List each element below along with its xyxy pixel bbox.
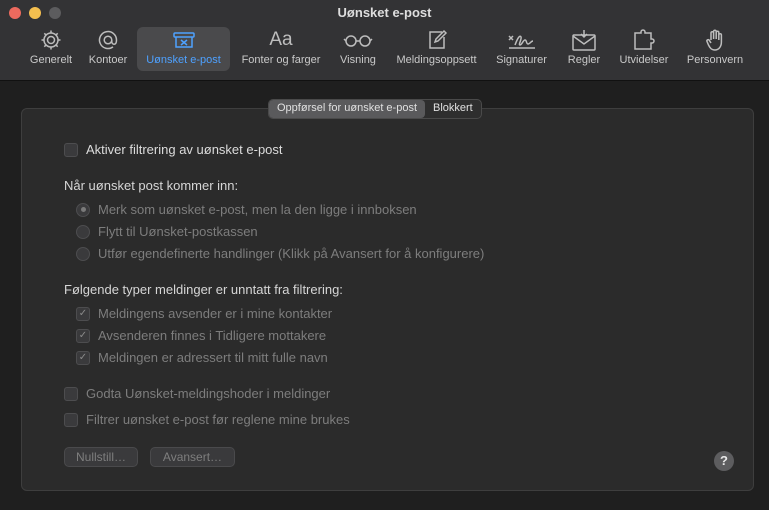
help-button[interactable]: ? [714,451,734,471]
trust-headers-checkbox[interactable] [64,386,78,401]
reset-button[interactable]: Nullstill… [64,447,138,467]
window-title: Uønsket e-post [337,5,432,20]
junk-tray-icon [171,28,197,52]
radio-move-junk-label: Flytt til Uønsket-postkassen [98,224,258,239]
radio-custom-actions[interactable]: Utfør egendefinerte handlinger (Klikk på… [76,246,484,261]
toolbar-label: Meldingsoppsett [396,54,477,66]
enable-filtering-checkbox[interactable] [64,142,78,157]
radio-selected-dot [80,207,86,212]
font-icon: Aa [269,29,293,50]
toolbar-item-generelt[interactable]: Generelt [23,27,79,71]
exempt-fullname-option[interactable]: ✓ Meldingen er adressert til mitt fulle … [76,350,328,365]
tab-control: Oppførsel for uønsket e-post Blokkert [268,99,482,119]
tab-blocked[interactable]: Blokkert [425,100,481,118]
exempt-contacts-label: Meldingens avsender er i mine kontakter [98,306,333,321]
toolbar-item-kontoer[interactable]: Kontoer [83,27,133,71]
filter-before-rules-label: Filtrer uønsket e-post før reglene mine … [86,412,350,427]
exempt-previous-label: Avsenderen finnes i Tidligere mottakere [98,328,327,343]
toolbar-item-signaturer[interactable]: Signaturer [490,27,553,71]
toolbar-item-personvern[interactable]: Personvern [683,27,747,71]
exempt-heading: Følgende typer meldinger er unntatt fra … [64,282,343,297]
when-arrives-heading: Når uønsket post kommer inn: [64,178,238,193]
toolbar-label: Utvidelser [619,54,669,66]
compose-icon [425,28,449,52]
toolbar-label: Generelt [29,54,73,66]
settings-panel [21,108,754,491]
signature-icon [506,28,538,52]
exempt-fullname-checkbox[interactable]: ✓ [76,350,90,365]
exempt-previous-checkbox[interactable]: ✓ [76,328,90,343]
advanced-button[interactable]: Avansert… [150,447,235,467]
radio-custom-actions-label: Utfør egendefinerte handlinger (Klikk på… [98,246,485,261]
radio-move-junk-button[interactable] [76,224,90,239]
at-sign-icon [96,28,120,52]
toolbar-item-utvidelser[interactable]: Utvidelser [614,27,674,71]
toolbar-item-regler[interactable]: Regler [562,27,606,71]
radio-mark-junk[interactable]: Merk som uønsket e-post, men la den ligg… [76,202,417,217]
exempt-contacts-checkbox[interactable]: ✓ [76,306,90,321]
enable-filtering-option[interactable]: Aktiver filtrering av uønsket e-post [64,142,283,157]
toolbar: Uønsket e-post Generelt Kontoer Uønsket … [0,0,769,81]
toolbar-label: Signaturer [496,54,547,66]
tab-behavior[interactable]: Oppførsel for uønsket e-post [269,100,425,118]
filter-before-rules-option[interactable]: Filtrer uønsket e-post før reglene mine … [64,412,350,427]
exempt-heading-text: Følgende typer meldinger er unntatt fra … [64,282,343,297]
puzzle-icon [631,28,657,52]
radio-mark-junk-button[interactable] [76,202,90,217]
toolbar-item-fonter-og-farger[interactable]: Aa Fonter og farger [235,27,327,71]
glasses-icon [342,28,374,52]
toolbar-label: Regler [567,54,601,66]
toolbar-label: Uønsket e-post [146,54,221,66]
toolbar-item-uonsket-epost[interactable]: Uønsket e-post [137,27,230,71]
toolbar-label: Visning [340,54,376,66]
when-arrives-heading-text: Når uønsket post kommer inn: [64,178,239,193]
radio-move-junk[interactable]: Flytt til Uønsket-postkassen [76,224,258,239]
exempt-previous-option[interactable]: ✓ Avsenderen finnes i Tidligere mottaker… [76,328,326,343]
toolbar-item-visning[interactable]: Visning [335,27,381,71]
envelope-rules-icon [570,28,598,52]
trust-headers-option[interactable]: Godta Uønsket-meldingshoder i meldinger [64,386,330,401]
filter-before-rules-checkbox[interactable] [64,412,78,427]
enable-filtering-label: Aktiver filtrering av uønsket e-post [86,142,283,157]
hand-icon [703,28,727,52]
toolbar-label: Kontoer [88,54,128,66]
toolbar-item-meldingsoppsett[interactable]: Meldingsoppsett [389,27,484,71]
exempt-contacts-option[interactable]: ✓ Meldingens avsender er i mine kontakte… [76,306,332,321]
exempt-fullname-label: Meldingen er adressert til mitt fulle na… [98,350,328,365]
gear-icon [39,28,63,52]
toolbar-label: Personvern [686,54,744,66]
radio-mark-junk-label: Merk som uønsket e-post, men la den ligg… [98,202,417,217]
radio-custom-actions-button[interactable] [76,246,90,261]
trust-headers-label: Godta Uønsket-meldingshoder i meldinger [86,386,331,401]
preferences-window: Uønsket e-post Generelt Kontoer Uønsket … [0,0,769,510]
toolbar-label: Fonter og farger [241,54,321,66]
